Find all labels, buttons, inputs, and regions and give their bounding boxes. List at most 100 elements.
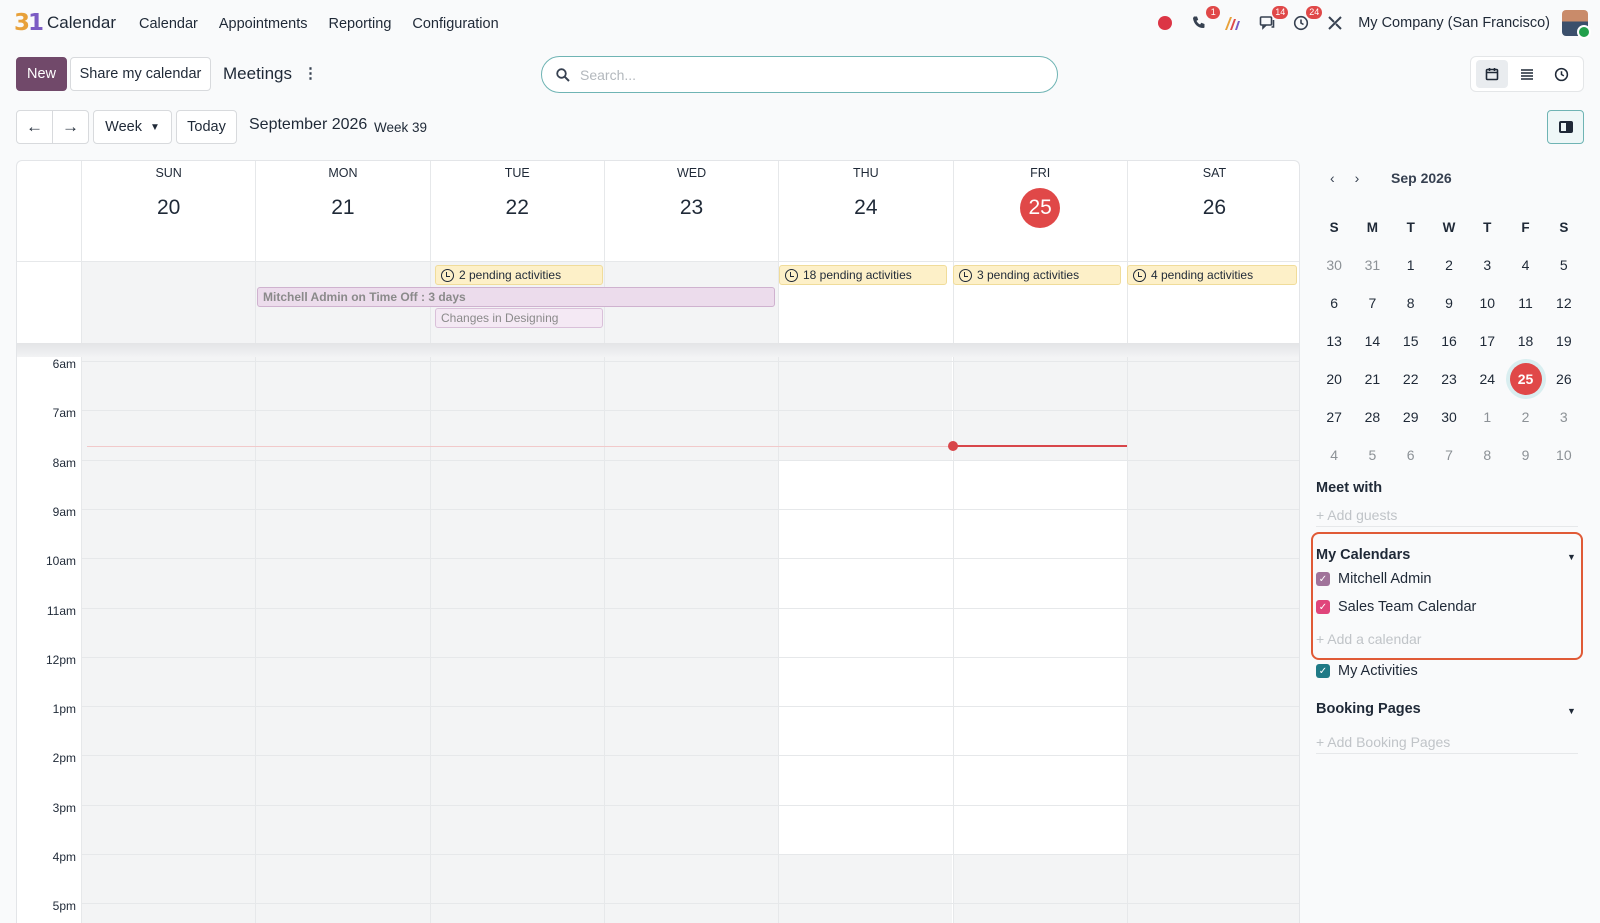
mini-day[interactable]: 9 [1430,295,1468,311]
activity-pill-sat[interactable]: 4 pending activities [1127,265,1297,285]
day-header-thu[interactable]: THU 24 [778,161,952,261]
mini-day[interactable]: 31 [1353,257,1391,273]
calendar-filter-mitchell[interactable]: ✓ Mitchell Admin [1316,571,1431,587]
mini-day[interactable]: 30 [1315,257,1353,273]
day-header-mon[interactable]: MON 21 [255,161,429,261]
booking-pages-title[interactable]: Booking Pages [1316,701,1421,717]
app-name[interactable]: Calendar [47,13,116,33]
mini-day[interactable]: 7 [1353,295,1391,311]
share-calendar-button[interactable]: Share my calendar [70,57,211,91]
mini-next-icon[interactable]: › [1355,170,1360,186]
my-calendars-title[interactable]: My Calendars [1316,547,1410,563]
mini-day[interactable]: 30 [1430,409,1468,425]
mini-day[interactable]: 4 [1506,257,1544,273]
mini-day[interactable]: 23 [1430,371,1468,387]
mini-day[interactable]: 6 [1392,447,1430,463]
mini-day[interactable]: 19 [1545,333,1583,349]
activity-clock-icon[interactable]: 24 [1290,6,1323,34]
calendar-view-icon[interactable] [1476,60,1509,88]
mini-day[interactable]: 15 [1392,333,1430,349]
mini-day[interactable]: 28 [1353,409,1391,425]
checkbox-icon[interactable]: ✓ [1316,600,1330,614]
mini-day[interactable]: 12 [1545,295,1583,311]
mini-day[interactable]: 10 [1468,295,1506,311]
all-day-cell[interactable] [81,262,256,344]
mini-day[interactable]: 7 [1430,447,1468,463]
day-column[interactable] [778,357,953,923]
mini-day[interactable]: 2 [1506,409,1544,425]
kebab-menu-icon[interactable]: ⋮ [303,64,318,82]
today-button[interactable]: Today [176,110,237,144]
list-view-icon[interactable] [1511,60,1543,88]
menu-calendar[interactable]: Calendar [139,16,198,32]
day-header-sat[interactable]: SAT 26 [1126,161,1299,261]
ai-icon[interactable] [1222,12,1244,34]
checkbox-icon[interactable]: ✓ [1316,572,1330,586]
mini-day[interactable]: 11 [1506,295,1544,311]
day-column[interactable] [952,357,1127,923]
activity-pill-thu[interactable]: 18 pending activities [779,265,947,285]
calendar-filter-sales[interactable]: ✓ Sales Team Calendar [1316,599,1476,615]
menu-configuration[interactable]: Configuration [412,16,498,32]
calendar-filter-activities[interactable]: ✓ My Activities [1316,663,1418,679]
activity-view-icon[interactable] [1546,60,1578,88]
new-button[interactable]: New [16,57,67,91]
mini-day[interactable]: 2 [1430,257,1468,273]
sidebar-toggle-icon[interactable] [1547,110,1584,144]
mini-day[interactable]: 5 [1545,257,1583,273]
mini-day[interactable]: 27 [1315,409,1353,425]
add-guests-link[interactable]: + Add guests [1316,507,1397,523]
tools-icon[interactable] [1324,12,1346,34]
mini-day[interactable]: 3 [1545,409,1583,425]
previous-period-button[interactable]: ← [16,110,53,144]
mini-calendar-title[interactable]: Sep 2026 [1391,170,1452,186]
mini-day[interactable]: 8 [1392,295,1430,311]
add-calendar-link[interactable]: + Add a calendar [1316,631,1421,647]
activity-pill-tue[interactable]: 2 pending activities [435,265,603,285]
mini-day[interactable]: 22 [1392,371,1430,387]
menu-appointments[interactable]: Appointments [219,16,308,32]
mini-day[interactable]: 1 [1392,257,1430,273]
mini-day[interactable]: 24 [1468,371,1506,387]
phone-icon[interactable]: 1 [1188,6,1221,34]
user-avatar[interactable] [1562,10,1591,39]
mini-day[interactable]: 16 [1430,333,1468,349]
mini-day[interactable]: 13 [1315,333,1353,349]
mini-day[interactable]: 21 [1353,371,1391,387]
chat-icon[interactable]: 14 [1256,6,1289,34]
mini-day[interactable]: 8 [1468,447,1506,463]
day-column[interactable] [1126,357,1299,923]
day-header-wed[interactable]: WED 23 [603,161,778,261]
mini-day[interactable]: 18 [1506,333,1544,349]
day-header-sun[interactable]: SUN 20 [81,161,255,261]
checkbox-icon[interactable]: ✓ [1316,664,1330,678]
day-header-fri[interactable]: FRI 25 [952,161,1127,261]
caret-down-icon[interactable]: ▼ [1567,552,1576,562]
mini-day[interactable]: 26 [1545,371,1583,387]
menu-reporting[interactable]: Reporting [329,16,392,32]
day-column[interactable] [255,357,430,923]
activity-pill-fri[interactable]: 3 pending activities [953,265,1121,285]
mini-day[interactable]: 4 [1315,447,1353,463]
mini-day-selected[interactable]: 25 [1506,363,1544,395]
mini-day[interactable]: 14 [1353,333,1391,349]
day-header-tue[interactable]: TUE 22 [429,161,604,261]
mini-day[interactable]: 10 [1545,447,1583,463]
designing-event[interactable]: Changes in Designing [435,308,603,328]
scale-dropdown[interactable]: Week ▼ [93,110,172,144]
mini-day[interactable]: 3 [1468,257,1506,273]
company-switcher[interactable]: My Company (San Francisco) [1358,15,1550,31]
record-icon[interactable] [1154,12,1176,34]
app-logo[interactable]: 31 [14,10,44,36]
caret-down-icon[interactable]: ▼ [1567,706,1576,716]
search-input[interactable] [580,66,1020,83]
add-booking-pages-link[interactable]: + Add Booking Pages [1316,734,1450,750]
mini-prev-icon[interactable]: ‹ [1330,170,1335,186]
mini-day[interactable]: 9 [1506,447,1544,463]
day-column[interactable] [429,357,604,923]
day-column[interactable] [603,357,779,923]
mini-day[interactable]: 29 [1392,409,1430,425]
mini-day[interactable]: 17 [1468,333,1506,349]
mini-day[interactable]: 20 [1315,371,1353,387]
next-period-button[interactable]: → [52,110,89,144]
